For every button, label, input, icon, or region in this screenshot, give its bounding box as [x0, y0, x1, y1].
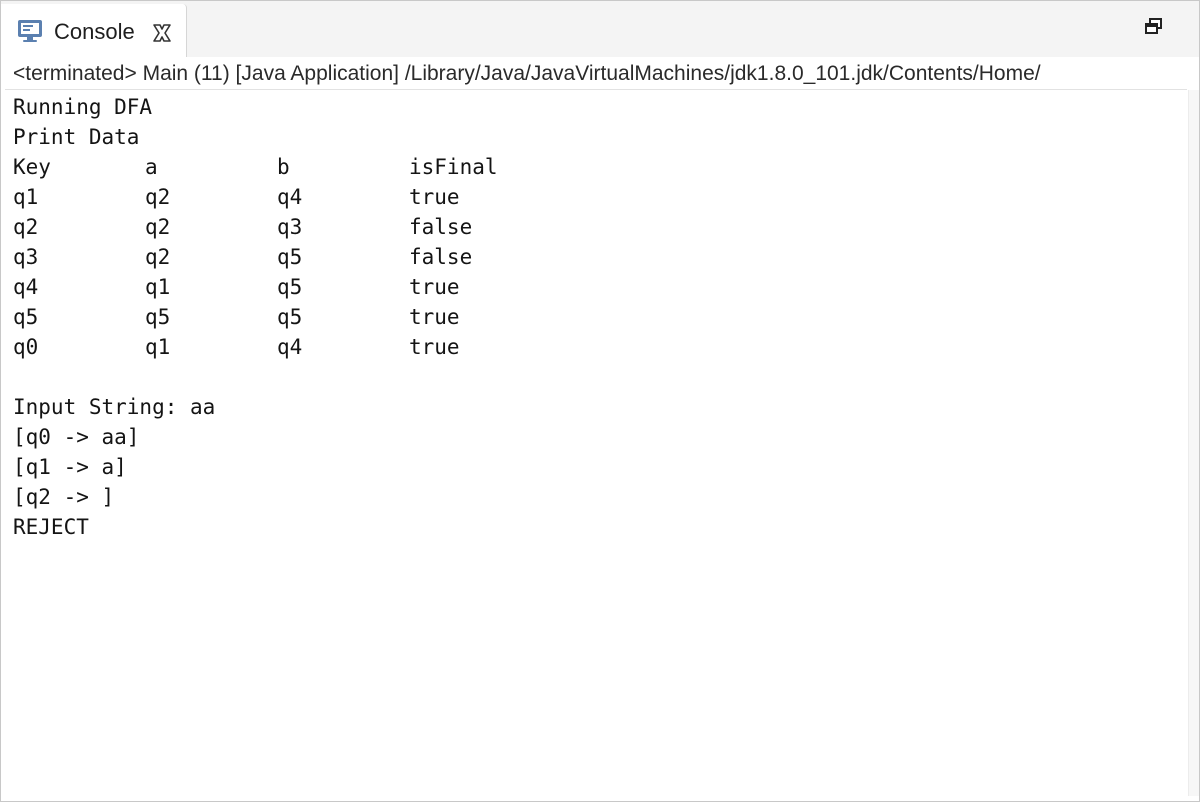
table-cell: q5 — [277, 305, 303, 329]
tab-console[interactable]: Console — [1, 4, 187, 57]
output-line: Input String: aa — [13, 395, 216, 419]
table-cell: false — [409, 215, 473, 239]
table-cell: q5 — [145, 305, 171, 329]
table-cell: true — [409, 305, 460, 329]
console-output[interactable]: Running DFA Print Data Key a b isFinal q… — [13, 92, 1183, 542]
restore-window-icon[interactable] — [1145, 18, 1163, 36]
table-cell: q2 — [145, 245, 171, 269]
tab-label: Console — [54, 19, 135, 44]
table-cell: q4 — [13, 275, 39, 299]
table-row: q5 q5 q5 true — [13, 302, 1183, 332]
table-header-row: Key a b isFinal — [13, 152, 1183, 182]
output-line: Running DFA — [13, 95, 153, 119]
table-cell: q5 — [277, 245, 303, 269]
table-cell: true — [409, 185, 460, 209]
table-row: q1 q2 q4 true — [13, 182, 1183, 212]
output-line: REJECT — [13, 515, 89, 539]
output-line: Print Data — [13, 125, 140, 149]
table-cell: q1 — [13, 185, 39, 209]
table-row: q2 q2 q3 false — [13, 212, 1183, 242]
table-header-cell: b — [277, 155, 290, 179]
table-row: q3 q2 q5 false — [13, 242, 1183, 272]
table-cell: false — [409, 245, 473, 269]
close-icon[interactable] — [151, 22, 173, 44]
table-cell: q5 — [13, 305, 39, 329]
table-header-cell: a — [145, 155, 158, 179]
table-cell: q4 — [277, 335, 303, 359]
table-cell: q3 — [13, 245, 39, 269]
console-window: Console <terminated> Main (11) [Java App… — [0, 0, 1200, 802]
output-line: [q1 -> a] — [13, 455, 127, 479]
table-cell: q5 — [277, 275, 303, 299]
divider — [5, 89, 1187, 90]
table-cell: q1 — [145, 275, 171, 299]
table-cell: true — [409, 335, 460, 359]
table-row: q0 q1 q4 true — [13, 332, 1183, 362]
table-cell: q0 — [13, 335, 39, 359]
table-cell: q3 — [277, 215, 303, 239]
output-line: [q2 -> ] — [13, 485, 115, 509]
table-header-cell: isFinal — [409, 155, 498, 179]
table-cell: q2 — [145, 215, 171, 239]
console-monitor-icon — [18, 20, 42, 42]
table-cell: q2 — [13, 215, 39, 239]
output-line: [q0 -> aa] — [13, 425, 140, 449]
table-row: q4 q1 q5 true — [13, 272, 1183, 302]
table-header-cell: Key — [13, 155, 51, 179]
table-cell: q4 — [277, 185, 303, 209]
process-status-line: <terminated> Main (11) [Java Application… — [13, 62, 1041, 85]
table-cell: q2 — [145, 185, 171, 209]
table-cell: true — [409, 275, 460, 299]
vertical-scrollbar[interactable] — [1188, 90, 1199, 796]
table-cell: q1 — [145, 335, 171, 359]
view-tab-bar: Console — [1, 1, 1199, 57]
